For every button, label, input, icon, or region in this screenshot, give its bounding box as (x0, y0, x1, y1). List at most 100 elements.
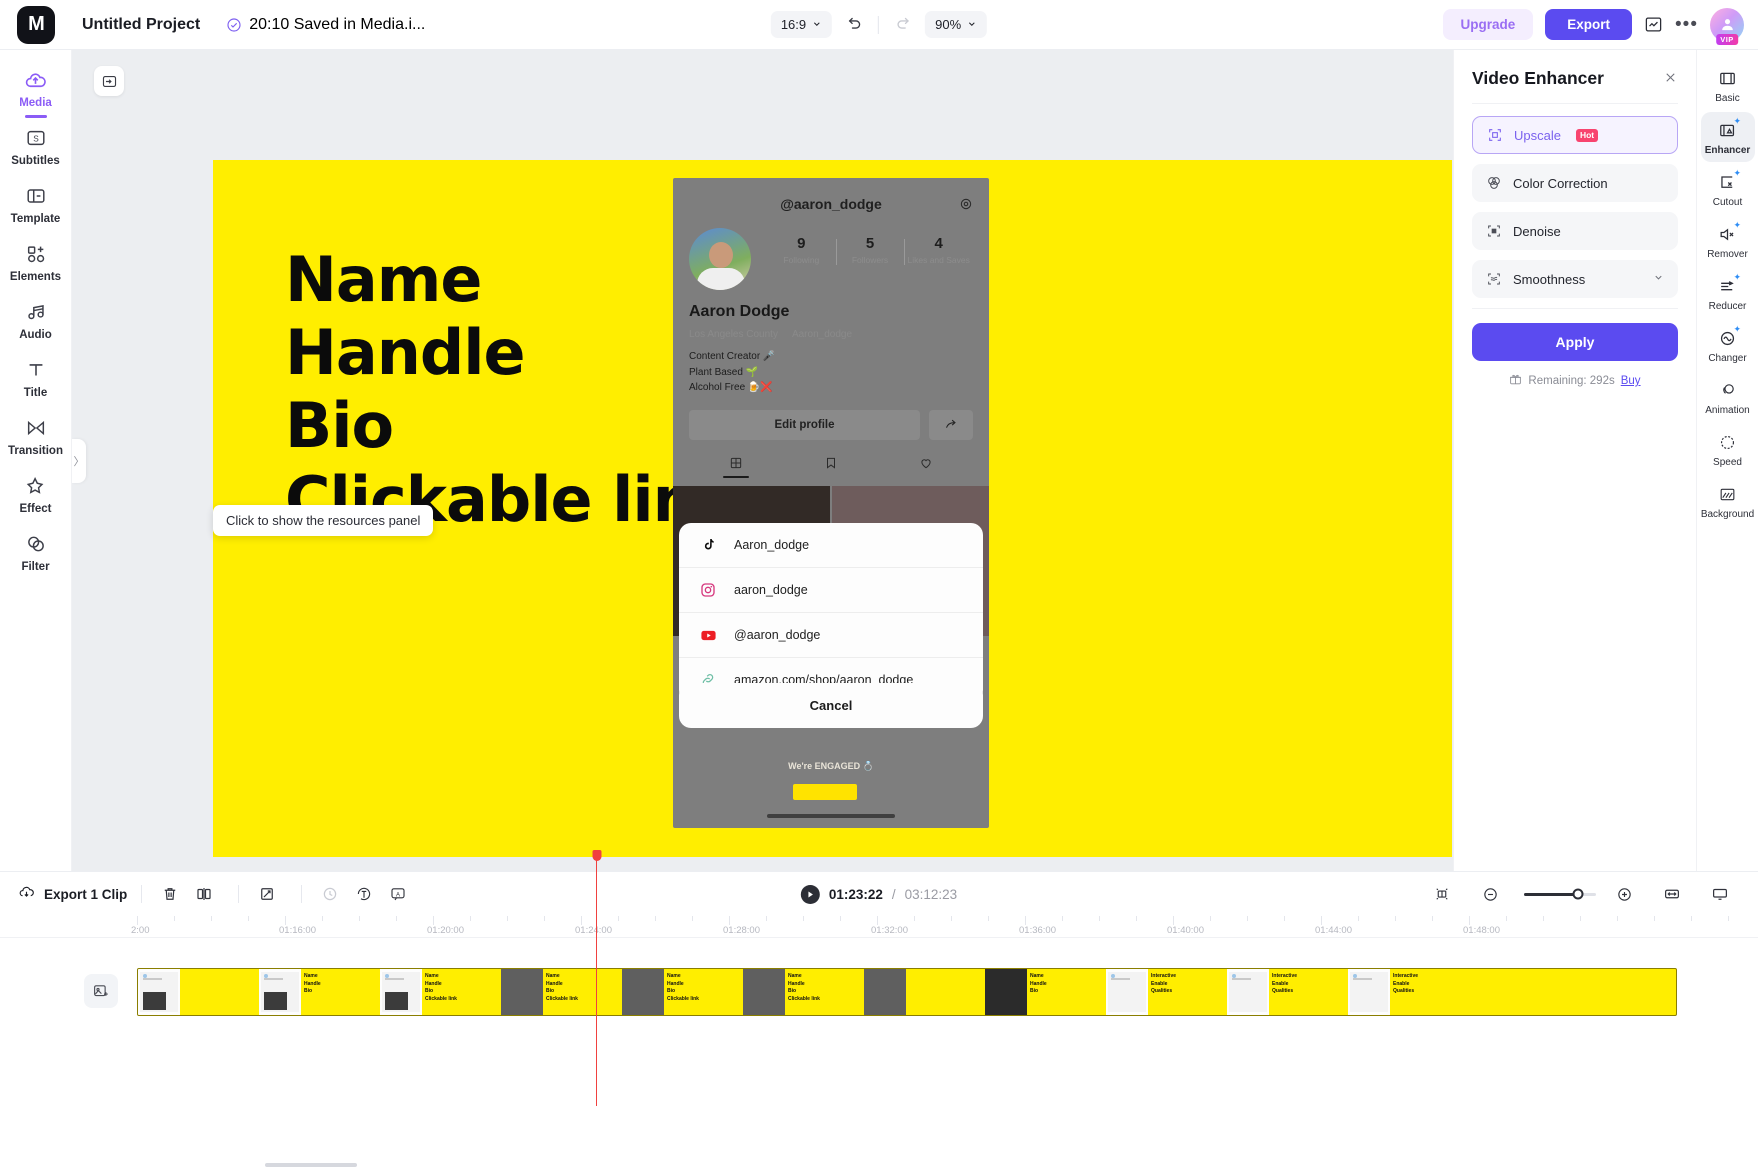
avatar[interactable]: VIP (1710, 8, 1744, 42)
tool-basic[interactable]: Basic (1701, 60, 1755, 110)
sidebar-item-label: Title (24, 387, 47, 399)
crop-icon[interactable] (253, 880, 281, 908)
sidebar-item-elements[interactable]: Elements (5, 234, 67, 290)
clip-thumbnail (743, 969, 785, 1015)
timeline-ruler[interactable]: 2:00 01:16:00 01:20:00 01:24:00 01:28:00 (0, 916, 1758, 938)
sidebar-item-effect[interactable]: Effect (5, 466, 67, 522)
phone-action-row: Edit profile (689, 410, 973, 440)
ruler-tick (174, 916, 175, 921)
option-color-correction[interactable]: Color Correction (1472, 164, 1678, 202)
tool-animation[interactable]: Animation (1701, 372, 1755, 422)
zoom-slider-knob[interactable] (1573, 889, 1584, 900)
ruler-tick (840, 916, 841, 921)
phone-handle: @aaron_dodge (780, 196, 882, 212)
sidebar-item-filter[interactable]: Filter (5, 524, 67, 580)
app-logo[interactable]: M (0, 6, 72, 44)
aspect-ratio-selector[interactable]: 16:9 (771, 11, 832, 38)
share-sheet-cancel-button[interactable]: Cancel (679, 683, 983, 728)
ai-sparkle-icon: ✦ (1733, 324, 1741, 335)
repost-icon (784, 456, 879, 484)
phone-mockup: @aaron_dodge (673, 178, 989, 828)
panel-toggle-icon[interactable] (94, 66, 124, 96)
redo-button[interactable] (887, 10, 917, 40)
tool-background[interactable]: Background (1701, 476, 1755, 526)
zoom-slider[interactable] (1524, 893, 1596, 896)
ruler-tick (1284, 916, 1285, 921)
share-row-instagram[interactable]: aaron_dodge (679, 568, 983, 613)
playhead[interactable] (596, 850, 597, 1106)
undo-button[interactable] (840, 10, 870, 40)
clip-thumbnail (622, 969, 664, 1015)
aspect-ratio-value: 16:9 (781, 17, 806, 32)
text-to-speech-icon[interactable]: A (384, 880, 412, 908)
timeline-horizontal-scrollbar[interactable] (265, 1163, 357, 1167)
export-clip-button[interactable]: Export 1 Clip (18, 884, 127, 904)
sidebar-item-audio[interactable]: Audio (5, 292, 67, 348)
ruler-tick (507, 916, 508, 921)
panel-title: Video Enhancer (1472, 68, 1604, 89)
thumb-text: NameHandleBio (304, 973, 321, 996)
buy-link[interactable]: Buy (1621, 375, 1641, 387)
sidebar-item-transition[interactable]: Transition (5, 408, 67, 464)
canvas-text-line: Bio (285, 394, 736, 457)
zoom-out-icon[interactable] (1476, 880, 1504, 908)
fit-to-screen-icon[interactable] (1658, 880, 1686, 908)
preview-render-icon[interactable] (1706, 880, 1734, 908)
ai-sparkle-icon: ✦ (1733, 116, 1741, 127)
remaining-credits: Remaining: 292s Buy (1472, 373, 1678, 389)
sidebar-item-label: Template (11, 213, 61, 225)
export-button[interactable]: Export (1545, 9, 1632, 40)
tool-remover[interactable]: ✦ Remover (1701, 216, 1755, 266)
auto-caption-icon[interactable] (350, 880, 378, 908)
magnet-snap-icon[interactable] (1428, 880, 1456, 908)
option-denoise[interactable]: Denoise (1472, 212, 1678, 250)
sidebar-item-label: Elements (10, 271, 61, 283)
option-smoothness[interactable]: Smoothness (1472, 260, 1678, 298)
ruler-tick (1506, 916, 1507, 921)
add-media-icon[interactable] (84, 974, 118, 1008)
sidebar-item-title[interactable]: Title (5, 350, 67, 406)
clip-thumbnail: NameHandleBioClickable link (543, 969, 622, 1015)
tool-speed[interactable]: Speed (1701, 424, 1755, 474)
ruler-tick (766, 916, 767, 921)
denoise-icon (1486, 223, 1502, 239)
apply-button[interactable]: Apply (1472, 323, 1678, 361)
ruler-label: 01:40:00 (1167, 925, 1204, 936)
close-icon[interactable] (1663, 70, 1678, 88)
feedback-icon[interactable] (1644, 15, 1663, 34)
ruler-tick (1432, 916, 1433, 921)
upgrade-button[interactable]: Upgrade (1443, 9, 1534, 40)
tool-reducer[interactable]: ✦ Reducer (1701, 268, 1755, 318)
clip-thumbnail (906, 969, 985, 1015)
zoom-in-icon[interactable] (1610, 880, 1638, 908)
playback-time-display: 01:23:22 / 03:12:23 (801, 885, 957, 904)
zoom-level-selector[interactable]: 90% (925, 11, 987, 38)
ruler-tick (951, 916, 952, 921)
split-icon[interactable] (190, 880, 218, 908)
more-options-icon[interactable]: ••• (1675, 20, 1698, 30)
header-right-controls: Upgrade Export ••• VIP (1443, 8, 1758, 42)
clip-thumbnail: InteractiveEnableQualities (1390, 969, 1550, 1015)
tool-changer[interactable]: ✦ Changer (1701, 320, 1755, 370)
share-row-tiktok[interactable]: Aaron_dodge (679, 523, 983, 568)
play-icon[interactable] (801, 885, 820, 904)
video-clip[interactable]: NameHandleBio NameHandleBioClickable lin… (137, 968, 1677, 1016)
stat-following: 9 Following (767, 235, 836, 265)
ai-sparkle-icon: ✦ (1733, 272, 1741, 283)
avatar-shirt (697, 268, 745, 290)
tool-cutout[interactable]: ✦ Cutout (1701, 164, 1755, 214)
playhead-knob[interactable] (592, 850, 601, 861)
ruler-tick (1210, 916, 1211, 921)
freeze-frame-icon[interactable] (316, 880, 344, 908)
tool-enhancer[interactable]: ✦ Enhancer (1701, 112, 1755, 162)
sidebar-item-media[interactable]: Media (5, 60, 67, 116)
share-row-youtube[interactable]: @aaron_dodge (679, 613, 983, 658)
sidebar-item-template[interactable]: Template (5, 176, 67, 232)
ruler-label: 01:48:00 (1463, 925, 1500, 936)
project-title[interactable]: Untitled Project (82, 16, 200, 34)
option-upscale[interactable]: Upscale Hot (1472, 116, 1678, 154)
sidebar-item-label: Effect (20, 503, 52, 515)
sidebar-item-subtitles[interactable]: S Subtitles (5, 118, 67, 174)
resources-collapse-handle[interactable]: 〉 (72, 439, 86, 483)
delete-icon[interactable] (156, 880, 184, 908)
